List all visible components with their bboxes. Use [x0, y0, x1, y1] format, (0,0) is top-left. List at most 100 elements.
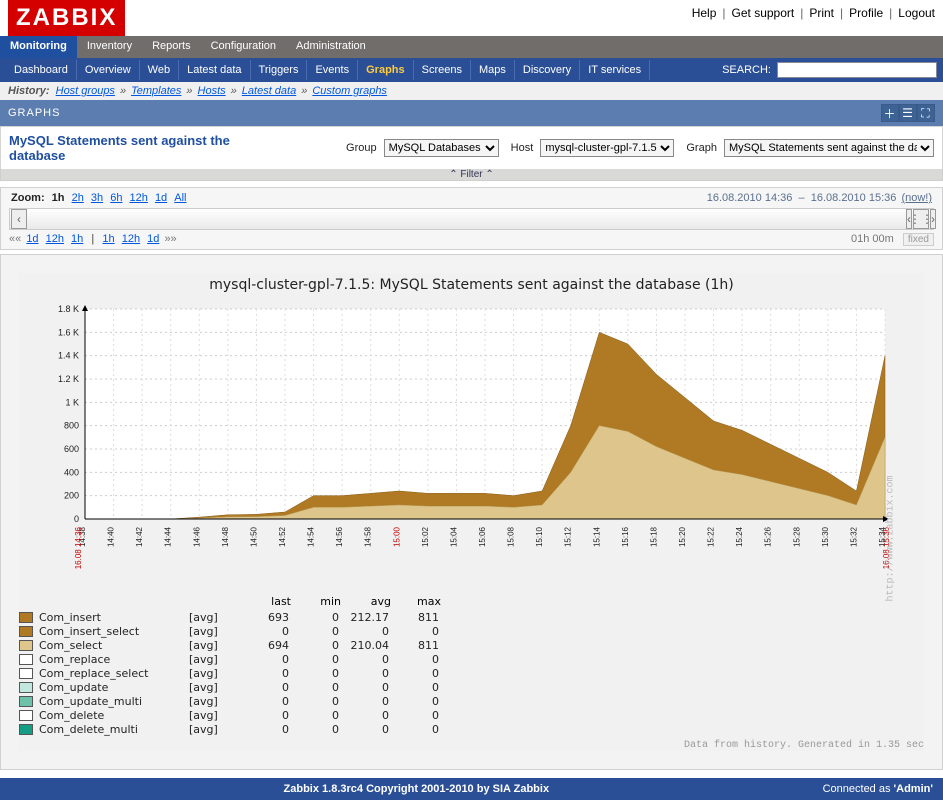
tab-reports[interactable]: Reports: [142, 36, 201, 58]
history-templates[interactable]: Templates: [131, 85, 181, 97]
legend-row-com_update_multi: Com_update_multi [avg] 0 0 0 0: [19, 694, 924, 708]
time-selector: Zoom: 1h 2h 3h 6h 12h 1d All 16.08.2010 …: [0, 187, 943, 250]
add-icon[interactable]: ＋: [881, 104, 899, 122]
svg-text:15:04: 15:04: [449, 526, 458, 547]
group-select[interactable]: MySQL Databases: [384, 139, 499, 157]
tab-it services[interactable]: IT services: [580, 60, 650, 80]
nav-prev-1h[interactable]: 1h: [71, 233, 83, 245]
svg-text:14:40: 14:40: [107, 526, 116, 547]
top-link-get support[interactable]: Get support: [732, 6, 795, 20]
tab-graphs[interactable]: Graphs: [358, 60, 414, 80]
svg-text:200: 200: [64, 491, 79, 501]
zoom-1h[interactable]: 1h: [52, 192, 65, 204]
top-links: Help|Get support|Print|Profile|Logout: [692, 0, 935, 20]
duration: 01h 00m: [851, 233, 894, 245]
tab-triggers[interactable]: Triggers: [251, 60, 308, 80]
history-custom graphs[interactable]: Custom graphs: [312, 85, 387, 97]
tab-maps[interactable]: Maps: [471, 60, 515, 80]
footer-user: 'Admin': [894, 783, 933, 795]
tab-overview[interactable]: Overview: [77, 60, 140, 80]
slider-handle-grip-2[interactable]: ⋮⋮: [913, 209, 929, 229]
zoom-1d[interactable]: 1d: [155, 192, 167, 204]
nav-next-12h[interactable]: 12h: [122, 233, 140, 245]
svg-text:14:58: 14:58: [364, 526, 373, 547]
zoom-3h[interactable]: 3h: [91, 192, 103, 204]
top-link-print[interactable]: Print: [809, 6, 834, 20]
footer-copyright: Zabbix 1.8.3rc4 Copyright 2001-2010 by S…: [284, 783, 550, 795]
zoom-All[interactable]: All: [174, 192, 186, 204]
chart-plot: 02004006008001 K1.2 K1.4 K1.6 K1.8 K14:3…: [19, 303, 899, 583]
logo[interactable]: ZABBIX: [8, 0, 125, 36]
fullscreen-icon[interactable]: ⛶: [917, 104, 935, 122]
svg-text:14:52: 14:52: [278, 526, 287, 547]
tab-screens[interactable]: Screens: [414, 60, 471, 80]
slider-handle-left[interactable]: ‹: [11, 209, 27, 229]
svg-text:1.8 K: 1.8 K: [58, 304, 79, 314]
nav-prev-12h[interactable]: 12h: [46, 233, 64, 245]
svg-text:15:30: 15:30: [821, 526, 830, 547]
svg-text:600: 600: [64, 444, 79, 454]
legend-row-com_delete_multi: Com_delete_multi [avg] 0 0 0 0: [19, 722, 924, 736]
footer: Zabbix 1.8.3rc4 Copyright 2001-2010 by S…: [0, 778, 943, 800]
svg-text:15:00: 15:00: [392, 526, 401, 547]
chart-legend: lastminavgmax Com_insert [avg] 693 0 212…: [19, 595, 924, 736]
host-select[interactable]: mysql-cluster-gpl-7.1.5: [540, 139, 674, 157]
top-link-logout[interactable]: Logout: [898, 6, 935, 20]
tab-dashboard[interactable]: Dashboard: [6, 60, 77, 80]
graph-select[interactable]: MySQL Statements sent against the databa…: [724, 139, 934, 157]
legend-row-com_update: Com_update [avg] 0 0 0 0: [19, 680, 924, 694]
zoom-6h[interactable]: 6h: [110, 192, 122, 204]
main-nav: MonitoringInventoryReportsConfigurationA…: [0, 36, 943, 58]
top-link-profile[interactable]: Profile: [849, 6, 883, 20]
svg-text:1.6 K: 1.6 K: [58, 327, 79, 337]
top-link-help[interactable]: Help: [692, 6, 717, 20]
svg-text:15:26: 15:26: [764, 526, 773, 547]
history-hosts[interactable]: Hosts: [198, 85, 226, 97]
svg-text:15:14: 15:14: [592, 526, 601, 547]
history-latest data[interactable]: Latest data: [242, 85, 296, 97]
legend-row-com_insert: Com_insert [avg] 693 0 212.17 811: [19, 610, 924, 624]
tab-latest data[interactable]: Latest data: [179, 60, 250, 80]
time-now[interactable]: (now!): [901, 192, 932, 204]
svg-text:14:50: 14:50: [249, 526, 258, 547]
toggle-icon[interactable]: ☰: [899, 104, 917, 122]
graph-label: Graph: [686, 142, 717, 154]
svg-text:14:56: 14:56: [335, 526, 344, 547]
tab-web[interactable]: Web: [140, 60, 179, 80]
tab-configuration[interactable]: Configuration: [201, 36, 286, 58]
time-slider[interactable]: ‹ ‹ ⋮⋮ ›: [9, 208, 934, 230]
nav-next-1h[interactable]: 1h: [102, 233, 114, 245]
svg-text:15:10: 15:10: [535, 526, 544, 547]
svg-text:0: 0: [74, 514, 79, 524]
legend-row-com_delete: Com_delete [avg] 0 0 0 0: [19, 708, 924, 722]
tab-discovery[interactable]: Discovery: [515, 60, 580, 80]
tab-monitoring[interactable]: Monitoring: [0, 36, 77, 58]
svg-text:14:42: 14:42: [135, 526, 144, 547]
page-title: MySQL Statements sent against the databa…: [9, 133, 289, 163]
zoom-12h[interactable]: 12h: [130, 192, 148, 204]
group-label: Group: [346, 142, 377, 154]
host-label: Host: [511, 142, 534, 154]
filter-toggle[interactable]: ⌃ Filter ⌃: [0, 169, 943, 181]
nav-next-1d[interactable]: 1d: [147, 233, 159, 245]
slider-handle-grip-3[interactable]: ›: [930, 209, 936, 229]
search-input[interactable]: [777, 62, 937, 78]
svg-text:1.4 K: 1.4 K: [58, 351, 79, 361]
tab-administration[interactable]: Administration: [286, 36, 376, 58]
time-from: 16.08.2010 14:36: [707, 192, 793, 204]
tab-events[interactable]: Events: [307, 60, 358, 80]
svg-text:1 K: 1 K: [65, 397, 79, 407]
legend-row-com_insert_select: Com_insert_select [avg] 0 0 0 0: [19, 624, 924, 638]
history-trail: History: Host groups»Templates»Hosts»Lat…: [0, 82, 943, 100]
fixed-badge: fixed: [903, 233, 934, 246]
svg-text:15:20: 15:20: [678, 526, 687, 547]
zoom-2h[interactable]: 2h: [72, 192, 84, 204]
nav-prev-1d[interactable]: 1d: [26, 233, 38, 245]
svg-text:15:28: 15:28: [792, 526, 801, 547]
tab-inventory[interactable]: Inventory: [77, 36, 142, 58]
watermark: http://www.zabbix.com: [885, 475, 896, 601]
svg-text:14:46: 14:46: [192, 526, 201, 547]
legend-row-com_select: Com_select [avg] 694 0 210.04 811: [19, 638, 924, 652]
history-host groups[interactable]: Host groups: [56, 85, 115, 97]
time-to: 16.08.2010 15:36: [811, 192, 897, 204]
